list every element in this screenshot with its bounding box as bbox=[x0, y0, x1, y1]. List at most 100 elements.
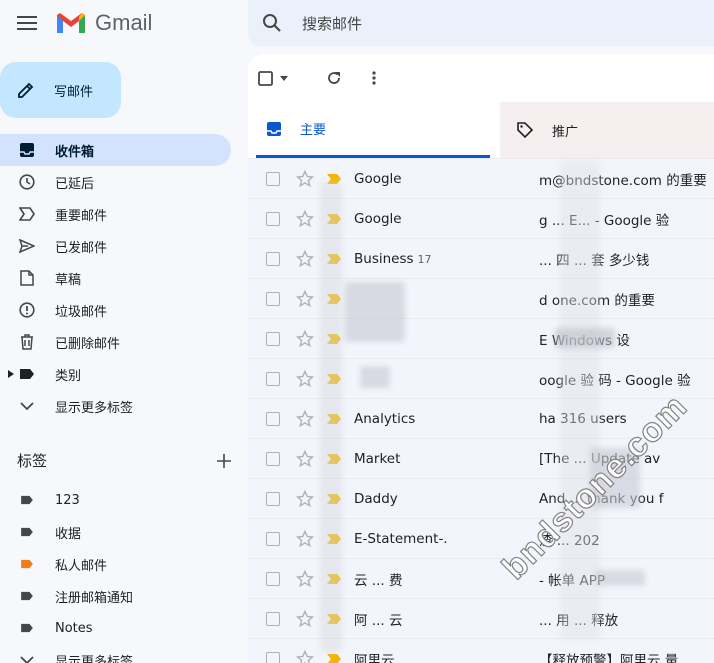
nav-label: 已发邮件 bbox=[55, 240, 108, 256]
star-icon[interactable] bbox=[296, 449, 314, 468]
email-sender: Google bbox=[354, 170, 402, 187]
nav-label: 收件箱 bbox=[55, 144, 95, 160]
email-row[interactable]: Google g ... E... - Google 验 bbox=[248, 198, 714, 238]
email-row[interactable]: d one.com 的重要 bbox=[248, 278, 714, 318]
nav-label: 类别 bbox=[55, 368, 82, 384]
star-icon[interactable] bbox=[296, 609, 314, 628]
star-icon[interactable] bbox=[296, 649, 314, 663]
label-icon bbox=[18, 491, 36, 509]
email-sender: 阿里云 bbox=[354, 652, 395, 663]
label-item-notes[interactable]: Notes bbox=[0, 612, 231, 644]
star-icon[interactable] bbox=[296, 369, 314, 388]
row-checkbox[interactable] bbox=[266, 171, 280, 186]
nav-item-spam[interactable]: 垃圾邮件 bbox=[0, 294, 231, 326]
email-row[interactable]: 阿里云 【释放预警】阿里云 量 bbox=[248, 638, 714, 663]
email-row[interactable]: DaddyAnd ... thank you f bbox=[248, 478, 714, 518]
nav-item-sent[interactable]: 已发邮件 bbox=[0, 230, 231, 262]
caret-down-icon bbox=[280, 75, 288, 81]
row-checkbox[interactable] bbox=[266, 211, 280, 226]
nav-item-more[interactable]: 显示更多标签 bbox=[0, 390, 231, 422]
send-icon bbox=[18, 237, 36, 255]
email-row[interactable]: 阿 ... 云... 用 ... 释放 bbox=[248, 598, 714, 638]
star-icon[interactable] bbox=[296, 169, 314, 188]
nav-label: 重要邮件 bbox=[55, 208, 108, 224]
compose-button[interactable]: 写邮件 bbox=[0, 62, 121, 118]
add-label-icon[interactable] bbox=[217, 453, 231, 468]
tag-icon bbox=[517, 122, 534, 139]
star-icon[interactable] bbox=[296, 569, 314, 588]
row-checkbox[interactable] bbox=[266, 451, 280, 466]
row-checkbox[interactable] bbox=[266, 611, 280, 626]
nav-label: 显示更多标签 bbox=[55, 400, 134, 416]
nav-label: 显示更多标签 bbox=[55, 654, 134, 663]
nav-item-snoozed[interactable]: 已延后 bbox=[0, 166, 231, 198]
tab-label: 推广 bbox=[552, 124, 579, 140]
nav-item-trash[interactable]: 已删除邮件 bbox=[0, 326, 231, 358]
gmail-logo[interactable]: Gmail bbox=[55, 10, 152, 36]
row-checkbox[interactable] bbox=[266, 331, 280, 346]
email-snippet: 【释放预警】阿里云 量 bbox=[539, 652, 679, 663]
main-menu-button[interactable] bbox=[10, 6, 44, 40]
row-checkbox[interactable] bbox=[266, 531, 280, 546]
nav-label: 已删除邮件 bbox=[55, 336, 121, 352]
row-checkbox[interactable] bbox=[266, 571, 280, 586]
email-row[interactable]: E-Statement-. 渣 ... 202 bbox=[248, 518, 714, 558]
thread-count: 17 bbox=[417, 252, 432, 266]
clock-icon bbox=[18, 173, 36, 191]
label-icon bbox=[18, 365, 36, 383]
nav-item-important[interactable]: 重要邮件 bbox=[0, 198, 231, 230]
search-placeholder: 搜索邮件 bbox=[302, 14, 363, 33]
refresh-icon[interactable] bbox=[326, 70, 342, 86]
nav-item-categories[interactable]: 类别 bbox=[0, 358, 231, 390]
label-icon bbox=[18, 555, 36, 573]
star-icon[interactable] bbox=[296, 249, 314, 268]
star-icon[interactable] bbox=[296, 289, 314, 308]
tab-promotions[interactable]: 推广 bbox=[500, 102, 714, 158]
label-item-registration[interactable]: 注册邮箱通知 bbox=[0, 580, 231, 612]
email-sender: Market bbox=[354, 450, 401, 467]
label-name: 私人邮件 bbox=[55, 558, 108, 574]
email-row[interactable]: oogle 验 码 - Google 验 bbox=[248, 358, 714, 398]
email-sender: Google bbox=[354, 210, 402, 227]
nav-item-drafts[interactable]: 草稿 bbox=[0, 262, 231, 294]
label-name: Notes bbox=[55, 620, 93, 636]
star-icon[interactable] bbox=[296, 209, 314, 228]
search-bar[interactable]: 搜索邮件 bbox=[248, 0, 714, 46]
pencil-icon bbox=[18, 82, 34, 98]
spam-icon bbox=[18, 301, 36, 319]
expand-arrow-icon[interactable] bbox=[8, 370, 14, 378]
star-icon[interactable] bbox=[296, 489, 314, 508]
important-marker-icon[interactable] bbox=[326, 653, 342, 663]
email-sender: Daddy bbox=[354, 490, 398, 507]
compose-label: 写邮件 bbox=[54, 84, 94, 100]
label-name: 收据 bbox=[55, 526, 82, 542]
star-icon[interactable] bbox=[296, 329, 314, 348]
nav-item-inbox[interactable]: 收件箱 bbox=[0, 134, 231, 166]
email-row[interactable]: E Windows 设 bbox=[248, 318, 714, 358]
select-all-checkbox[interactable] bbox=[258, 70, 302, 86]
gmail-m-icon bbox=[57, 13, 85, 33]
label-item-receipts[interactable]: 收据 bbox=[0, 516, 231, 548]
row-checkbox[interactable] bbox=[266, 251, 280, 266]
labels-header: 标签 bbox=[17, 450, 231, 471]
email-sender: Business 17 bbox=[354, 250, 432, 267]
row-checkbox[interactable] bbox=[266, 371, 280, 386]
nav-label: 垃圾邮件 bbox=[55, 304, 108, 320]
row-checkbox[interactable] bbox=[266, 491, 280, 506]
label-item-personal[interactable]: 私人邮件 bbox=[0, 548, 231, 580]
email-row[interactable]: Google m@bndstone.com 的重要 bbox=[248, 158, 714, 198]
search-icon[interactable] bbox=[262, 13, 282, 33]
more-vert-icon[interactable] bbox=[372, 71, 376, 85]
star-icon[interactable] bbox=[296, 529, 314, 548]
row-checkbox[interactable] bbox=[266, 651, 280, 663]
list-toolbar bbox=[258, 64, 376, 92]
trash-icon bbox=[18, 333, 36, 351]
important-icon bbox=[18, 205, 36, 223]
tab-primary[interactable]: 主要 bbox=[256, 102, 490, 158]
star-icon[interactable] bbox=[296, 409, 314, 428]
row-checkbox[interactable] bbox=[266, 411, 280, 426]
label-item-123[interactable]: 123 bbox=[0, 484, 231, 516]
email-row[interactable]: Business 17... 四 ... 套 多少钱 bbox=[248, 238, 714, 278]
labels-more[interactable]: 显示更多标签 bbox=[0, 644, 231, 663]
row-checkbox[interactable] bbox=[266, 291, 280, 306]
